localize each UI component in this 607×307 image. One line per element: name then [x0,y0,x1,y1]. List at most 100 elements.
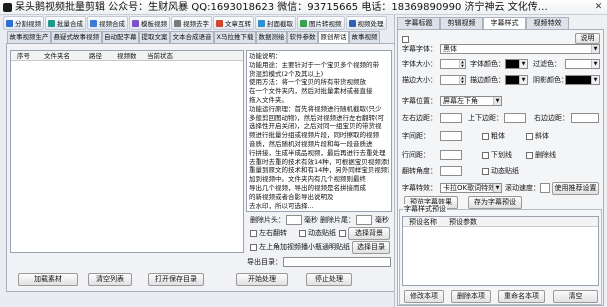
subtitle-position-select[interactable]: 屏幕左下角 ▼ [440,96,502,106]
dynamic-sticker-label: 动态贴纸 [491,167,519,175]
font-select[interactable]: 黑体 ▼ [440,44,600,54]
tab-download[interactable]: X马拉推下载 [214,31,256,43]
export-dir-input[interactable] [283,257,391,267]
trim-tail-input[interactable] [356,215,372,225]
load-material-button[interactable]: 加载素材 [18,273,78,286]
sticker-label: 动态贴纸 [308,229,336,237]
chevron-down-icon: ▼ [591,45,599,53]
column-header-folder[interactable]: 文件夹名 [44,51,70,61]
strikethrough-checkbox[interactable] [526,152,533,159]
help-line: 去水印，所以可选择... [249,201,314,210]
subtitle-effect-select[interactable]: 卡拉OK歌词特效 ▼ [440,183,502,193]
subtitle-enable-checkbox[interactable] [402,36,409,43]
stop-process-button[interactable]: 停止处理 [306,273,352,286]
preset-table[interactable]: 预设名称 预设参数 [402,216,599,286]
flip-checkbox[interactable] [250,230,257,237]
right-margin-input[interactable] [571,113,599,123]
help-line: 功能用途：主要针对于一个宝贝多个视频的带 [249,60,379,69]
spinner-arrows-icon[interactable]: ▲ ▼ [459,60,465,68]
chevron-down-icon: ▼ [519,60,527,68]
close-icon[interactable]: ✕ [593,1,604,13]
use-recommended-button[interactable]: 使用推荐设置 [552,182,599,195]
scroll-speed-input[interactable] [540,183,550,193]
file-list-header: 序号 文件夹名 路径 视频数 当前状态 [11,51,243,61]
dynamic-sticker-checkbox[interactable] [482,168,489,175]
tab-data-mapping[interactable]: 数据测绘 [255,31,287,43]
toolbar-cover-capture-button[interactable]: 封面截取 [255,16,296,30]
stroke-size-stepper[interactable]: ▲ ▼ [440,75,466,85]
tab-text-to-speech[interactable]: 文本合成语音 [170,31,214,43]
trim-head-input[interactable] [286,215,302,225]
tab-story-video[interactable]: 故事视频 [348,31,380,43]
choose-background-button[interactable]: 选择背景 [348,227,390,240]
spinner-arrows-icon[interactable]: ▲ ▼ [459,76,465,84]
tab-subtitle-title[interactable]: 字幕标题 [397,17,440,29]
rotation-input[interactable] [440,166,462,176]
choose-directory-button[interactable]: 选择目录 [352,241,390,254]
rotation-label: 翻转角度： [402,167,437,175]
column-header-video-count[interactable]: 视频数 [117,51,137,61]
toolbar-label: 视频处理 [357,20,384,28]
start-process-button[interactable]: 开始处理 [236,273,288,286]
clear-presets-button[interactable]: 清空 [553,290,598,303]
toolbar-video-process-button[interactable]: 视频处理 [345,16,387,30]
background-checkbox[interactable] [339,230,346,237]
subtitle-effect-label: 字幕特效： [402,184,437,192]
toolbar-image-to-video-button[interactable]: 图片转视频 [297,16,345,30]
font-color-label: 字体颜色： [470,60,505,68]
edit-preset-button[interactable]: 修改本项 [404,290,444,303]
column-header-index[interactable]: 序号 [17,51,30,61]
shadow-color-picker[interactable]: ▼ [565,75,600,85]
sticker-checkbox[interactable] [299,230,306,237]
column-header-preset-params[interactable]: 预设参数 [449,217,477,227]
font-size-stepper[interactable]: ▲ ▼ [440,59,466,69]
remove-text-icon [174,19,181,27]
tab-extract-copy[interactable]: 提取文案 [139,31,170,43]
tab-video-effects[interactable]: 视频特效 [526,17,569,29]
tab-software-params[interactable]: 软件参数 [286,31,318,43]
toolbar-label: 模板视频 [141,20,167,28]
font-color-picker[interactable]: ▼ [505,59,528,69]
open-save-dir-button[interactable]: 打开保存目录 [148,273,204,286]
strikethrough-label: 删除线 [535,151,556,159]
help-button[interactable]: 说明 [575,33,600,44]
help-line: 多般剪回图动物)，然后对视频进行左右翻转(可 [249,113,385,122]
help-line: 音质，然后随机对视频片段和每一段音质进 [249,139,373,148]
tab-auto-subtitle[interactable]: 自动配字幕 [101,31,139,43]
column-header-path[interactable]: 路径 [89,51,102,61]
filter-color-picker[interactable]: ▼ [565,59,600,69]
clear-list-button[interactable]: 清空列表 [88,273,132,286]
toolbar-template-video-button[interactable]: 模板视频 [129,16,170,30]
toolbar-split-video-button[interactable]: 分割视频 [3,16,44,30]
toolbar-video-merge-button[interactable]: 视频合成 [87,16,128,30]
shadow-color-label: 阴影颜色： [533,76,568,84]
lr-margin-input[interactable] [440,113,462,123]
bold-checkbox[interactable] [482,133,489,140]
file-list[interactable]: 序号 文件夹名 路径 视频数 当前状态 [10,50,244,253]
lr-margin-label: 左右边距： [402,114,437,122]
delete-preset-button[interactable]: 删除本项 [451,290,491,303]
rename-preset-button[interactable]: 重命名本项 [498,290,545,303]
toolbar-remove-text-button[interactable]: 视频去字 [171,16,212,30]
corner-sticker-checkbox[interactable] [250,244,257,251]
tb-margin-input[interactable] [504,113,526,123]
stroke-color-picker[interactable]: ▼ [505,75,528,85]
toolbar-text-convert-button[interactable]: 文章互转 [213,16,254,30]
tab-edit-video[interactable]: 剪辑视频 [440,17,483,29]
main-toolbar: 分割视频 批量合成 视频合成 模板视频 视频去字 文章互转 封面截取 图片转视频… [3,16,387,30]
help-line: 导出几个视频，导出的视频是名拼接而成 [249,183,366,192]
save-preset-button[interactable]: 存为字幕预设 [468,196,522,209]
char-spacing-input[interactable] [440,131,462,141]
column-header-preset-name[interactable]: 预设名称 [409,217,437,227]
line-spacing-input[interactable] [440,150,462,160]
stroke-color-label: 描边颜色： [470,76,505,84]
help-line: 行拼接，生成半成品视频，最后再进行去重处理 [249,148,386,157]
line-spacing-label: 行间距： [402,151,430,159]
help-text-box[interactable]: 功能说明： 功能用途：主要针对于一个宝贝多个视频的带 货混剪模式(2个及其以上)… [246,50,392,212]
underline-checkbox[interactable] [482,152,489,159]
tab-story-video-production[interactable]: 故事视频生产 [7,31,51,43]
column-header-status[interactable]: 当前状态 [147,51,173,61]
italic-checkbox[interactable] [526,133,533,140]
tab-suspense-story-video[interactable]: 悬疑式故事视频 [51,31,102,43]
toolbar-batch-merge-button[interactable]: 批量合成 [45,16,86,30]
